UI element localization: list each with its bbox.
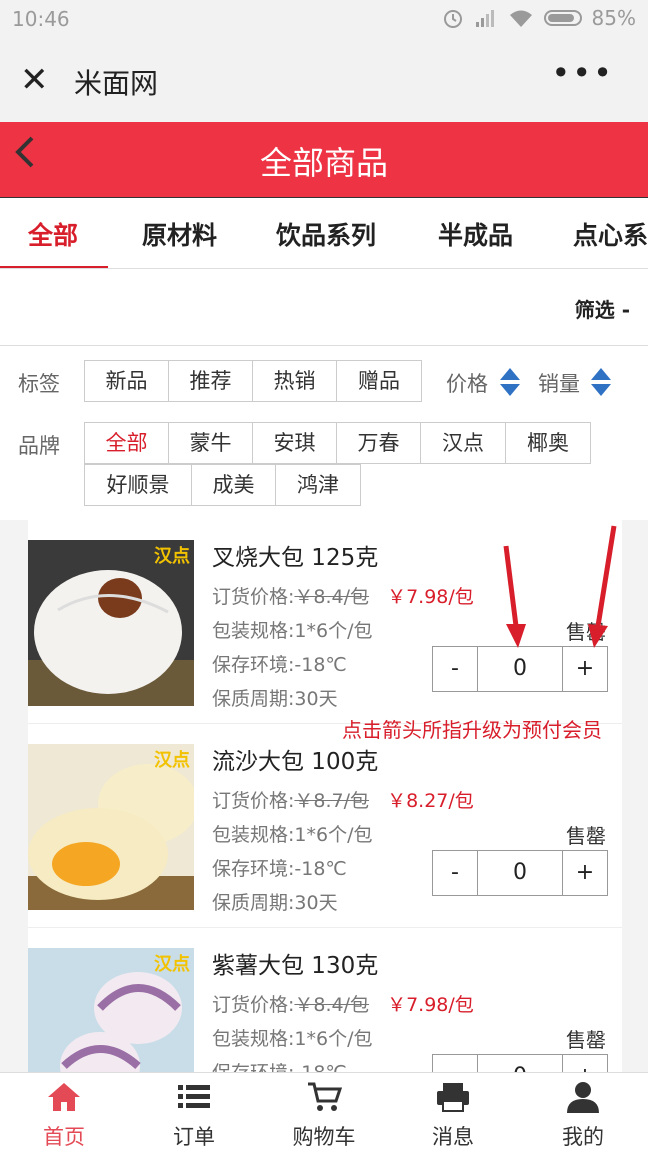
alarm-icon — [443, 10, 462, 28]
price-label: 订货价格: — [212, 790, 295, 812]
webview-title: 米面网 — [74, 67, 159, 100]
wifi-icon — [509, 10, 532, 27]
brand-chip-all[interactable]: 全部 — [84, 422, 169, 464]
signal-icon — [475, 10, 494, 27]
quantity-stepper: - 0 + — [432, 850, 608, 896]
brand-label: 品牌 — [18, 434, 60, 458]
product-price-line: 订货价格:￥8.4/包 ￥7.98/包 — [212, 990, 474, 1017]
brand-chip-chengmei[interactable]: 成美 — [191, 464, 276, 506]
more-icon[interactable]: ••• — [551, 54, 614, 92]
user-icon — [567, 1082, 599, 1113]
price-sort-label[interactable]: 价格 — [446, 368, 488, 398]
sales-sort-label[interactable]: 销量 — [538, 368, 580, 398]
nav-orders-label: 订单 — [173, 1125, 215, 1149]
product-price-line: 订货价格:￥8.7/包 ￥8.27/包 — [212, 786, 474, 813]
product-card[interactable]: 汉点 流沙大包 100克 订货价格:￥8.7/包 ￥8.27/包 包装规格:1*… — [28, 724, 622, 928]
product-list: 汉点 叉烧大包 125克 订货价格:￥8.4/包 ￥7.98/包 包装规格:1*… — [0, 520, 648, 1072]
brand-chip-hongjin[interactable]: 鸿津 — [275, 464, 361, 506]
brand-chip-yeao[interactable]: 椰奥 — [505, 422, 591, 464]
increase-button[interactable]: + — [563, 851, 607, 895]
old-price: ￥8.7/包 — [294, 790, 370, 812]
product-name[interactable]: 紫薯大包 130克 — [212, 946, 378, 980]
product-storage: 保存环境:-18℃ — [212, 858, 347, 880]
nav-home-label: 首页 — [43, 1125, 85, 1149]
nav-cart-label: 购物车 — [292, 1125, 356, 1149]
sales-sort-icon[interactable] — [591, 368, 611, 398]
close-icon[interactable]: ✕ — [20, 60, 49, 100]
quantity-stepper: - 0 + — [432, 1054, 608, 1072]
tab-active-indicator — [0, 266, 108, 268]
increase-button[interactable]: + — [563, 1055, 607, 1072]
price-sort-icon[interactable] — [500, 368, 520, 398]
product-spec: 包装规格:1*6个/包 — [212, 824, 373, 846]
new-price: ￥7.98/包 — [387, 994, 474, 1016]
product-image[interactable]: 汉点 — [28, 948, 194, 1072]
printer-icon — [437, 1083, 469, 1112]
tag-chip-hot[interactable]: 热销 — [252, 360, 337, 402]
new-price: ￥8.27/包 — [387, 790, 474, 812]
category-tabs: 全部 原材料 饮品系列 半成品 点心系 — [0, 197, 648, 269]
bottom-nav: 首页 订单 购物车 消息 我的 — [0, 1072, 648, 1152]
price-label: 订货价格: — [212, 994, 295, 1016]
product-storage: 保存环境:-18℃ — [212, 1058, 347, 1072]
nav-profile-label: 我的 — [562, 1125, 604, 1149]
tab-drinks[interactable]: 饮品系列 — [276, 216, 376, 252]
filter-row: 筛选 - — [0, 270, 648, 346]
tag-chip-recommend[interactable]: 推荐 — [168, 360, 253, 402]
nav-messages-label: 消息 — [432, 1125, 474, 1149]
product-card[interactable]: 汉点 紫薯大包 130克 订货价格:￥8.4/包 ￥7.98/包 包装规格:1*… — [28, 928, 622, 1072]
decrease-button[interactable]: - — [433, 851, 477, 895]
tab-all[interactable]: 全部 — [28, 216, 78, 252]
nav-cart[interactable]: 购物车 — [274, 1081, 374, 1151]
list-icon — [178, 1085, 210, 1108]
quantity-field[interactable]: 0 — [477, 851, 563, 895]
webview-titlebar: ✕ 米面网 ••• — [0, 38, 648, 122]
brand-chip-wanchun[interactable]: 万春 — [336, 422, 421, 464]
sold-out-badge: 售罄 — [566, 1028, 606, 1052]
brand-chip-angel[interactable]: 安琪 — [252, 422, 337, 464]
product-spec: 包装规格:1*6个/包 — [212, 1028, 373, 1050]
product-name[interactable]: 流沙大包 100克 — [212, 742, 378, 776]
page-title: 全部商品 — [259, 144, 388, 182]
status-icons: 85% — [442, 6, 636, 30]
battery-percent: 85% — [591, 6, 636, 30]
old-price: ￥8.4/包 — [294, 994, 370, 1016]
tab-semi-finished[interactable]: 半成品 — [438, 216, 513, 252]
brand-chip-handian[interactable]: 汉点 — [420, 422, 506, 464]
status-bar: 10:46 85% — [0, 0, 648, 38]
quantity-field[interactable]: 0 — [477, 1055, 563, 1072]
brand-watermark: 汉点 — [154, 750, 190, 771]
tag-chip-gift[interactable]: 赠品 — [336, 360, 422, 402]
nav-home[interactable]: 首页 — [14, 1081, 114, 1151]
brand-chip-mengniu[interactable]: 蒙牛 — [168, 422, 253, 464]
decrease-button[interactable]: - — [433, 1055, 477, 1072]
product-shelf-life: 保质周期:30天 — [212, 892, 338, 914]
home-icon — [48, 1083, 80, 1111]
status-time: 10:46 — [12, 7, 70, 31]
product-image[interactable]: 汉点 — [28, 744, 194, 910]
tab-dim-sum[interactable]: 点心系 — [573, 216, 648, 252]
cart-icon — [308, 1082, 343, 1111]
brand-watermark: 汉点 — [154, 954, 190, 975]
nav-profile[interactable]: 我的 — [533, 1081, 633, 1151]
tag-chip-new[interactable]: 新品 — [84, 360, 169, 402]
filter-button[interactable]: 筛选 - — [575, 294, 630, 323]
page-header: 全部商品 — [0, 122, 648, 197]
nav-orders[interactable]: 订单 — [144, 1081, 244, 1151]
tab-raw-materials[interactable]: 原材料 — [142, 216, 217, 252]
annotation-arrows — [503, 525, 617, 648]
tag-brand-panel: 标签 新品 推荐 热销 赠品 价格 销量 品牌 全部 蒙牛 安琪 万春 汉点 椰… — [0, 346, 648, 520]
sold-out-badge: 售罄 — [566, 824, 606, 848]
tag-label: 标签 — [18, 372, 60, 396]
upgrade-annotation: 点击箭头所指升级为预付会员 — [342, 718, 602, 742]
nav-messages[interactable]: 消息 — [403, 1081, 503, 1151]
battery-icon — [543, 10, 582, 26]
brand-chip-haoshunjing[interactable]: 好顺景 — [84, 464, 192, 506]
